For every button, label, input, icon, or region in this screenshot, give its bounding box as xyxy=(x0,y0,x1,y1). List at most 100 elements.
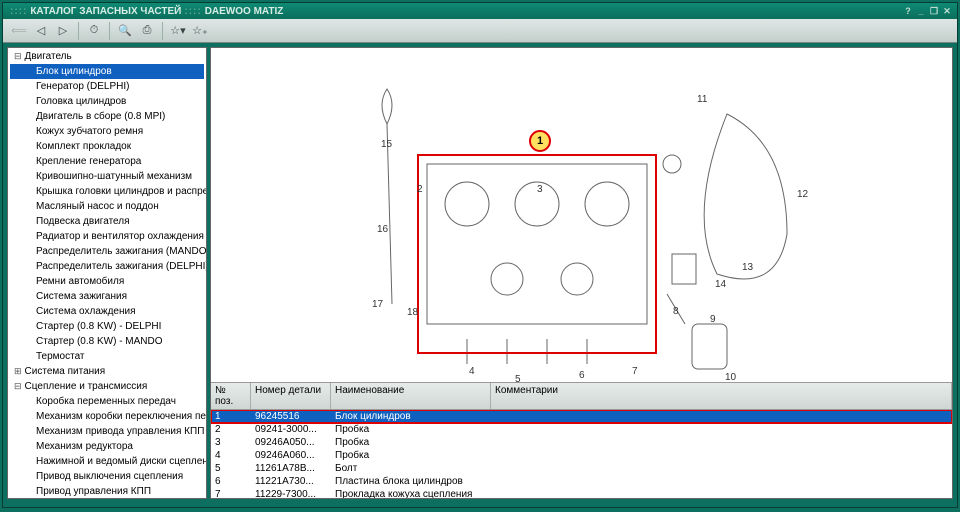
col-pos[interactable]: № поз. xyxy=(211,383,251,409)
diagram-label: 9 xyxy=(710,314,716,325)
tree-item[interactable]: Подвеска двигателя xyxy=(10,214,204,229)
diagram-label: 13 xyxy=(742,262,753,273)
tree-item[interactable]: Кривошипно-шатунный механизм xyxy=(10,169,204,184)
tree-item[interactable]: Крышка головки цилиндров и распредвал xyxy=(10,184,204,199)
tree-item[interactable]: Радиатор и вентилятор охлаждения xyxy=(10,229,204,244)
diagram-label: 7 xyxy=(632,366,638,377)
tool-gauge-button[interactable]: ⏱ xyxy=(84,21,104,41)
app-window: :::: КАТАЛОГ ЗАПАСНЫХ ЧАСТЕЙ :::: DAEWOO… xyxy=(2,2,958,508)
parts-cell-num: 09246A050... xyxy=(251,436,331,449)
parts-cell-num: 11229-7300... xyxy=(251,488,331,498)
nav-back-button[interactable]: ◁ xyxy=(31,21,51,41)
tree-item[interactable]: Привод управления КПП xyxy=(10,484,204,499)
diagram-label: 4 xyxy=(469,366,475,377)
parts-cell-num: 96245516 xyxy=(251,410,331,423)
diagram-label: 11 xyxy=(697,94,707,105)
parts-cell-comm xyxy=(491,423,952,436)
parts-cell-name: Пробка xyxy=(331,423,491,436)
maximize-button[interactable]: ❐ xyxy=(928,6,940,16)
parts-cell-comm xyxy=(491,449,952,462)
parts-cell-num: 09241-3000... xyxy=(251,423,331,436)
col-number[interactable]: Номер детали xyxy=(251,383,331,409)
diagram-label: 18 xyxy=(407,307,418,318)
parts-row[interactable]: 196245516Блок цилиндров xyxy=(211,410,952,423)
tree-item[interactable]: Генератор (DELPHI) xyxy=(10,79,204,94)
tree-item[interactable]: Ремни автомобиля xyxy=(10,274,204,289)
parts-cell-pos: 7 xyxy=(211,488,251,498)
parts-cell-comm xyxy=(491,488,952,498)
close-button[interactable]: ✕ xyxy=(941,6,953,16)
parts-cell-name: Блок цилиндров xyxy=(331,410,491,423)
help-button[interactable]: ? xyxy=(902,6,914,16)
parts-cell-num: 09246A060... xyxy=(251,449,331,462)
tree-item[interactable]: Термостат xyxy=(10,349,204,364)
diagram-label: 8 xyxy=(673,306,679,317)
tree-item[interactable]: Механизм привода управления КПП xyxy=(10,424,204,439)
tree-item[interactable]: Сцепление и трансмиссия xyxy=(10,379,204,394)
zoom-in-button[interactable]: 🔍 xyxy=(115,21,135,41)
tree-item[interactable]: Блок цилиндров xyxy=(10,64,204,79)
parts-cell-pos: 3 xyxy=(211,436,251,449)
parts-row[interactable]: 309246A050...Пробка xyxy=(211,436,952,449)
tree-item[interactable]: Масляный насос и поддон xyxy=(10,199,204,214)
exploded-diagram[interactable]: 1 15 11 2 3 16 12 17 18 13 14 8 9 4 5 xyxy=(211,48,952,382)
tree-item[interactable]: Стартер (0.8 KW) - DELPHI xyxy=(10,319,204,334)
col-comment[interactable]: Комментарии xyxy=(491,383,952,409)
parts-cell-name: Пробка xyxy=(331,436,491,449)
app-title-left: КАТАЛОГ ЗАПАСНЫХ ЧАСТЕЙ xyxy=(30,6,181,17)
tree-item[interactable]: Система питания xyxy=(10,364,204,379)
parts-cell-comm xyxy=(491,462,952,475)
diagram-label: 6 xyxy=(579,370,585,381)
bookmark-add-button[interactable]: ☆₊ xyxy=(190,21,210,41)
tree-item[interactable]: Коробка переменных передач xyxy=(10,394,204,409)
parts-row[interactable]: 711229-7300...Прокладка кожуха сцепления xyxy=(211,488,952,498)
diagram-label: 3 xyxy=(537,184,543,195)
diagram-label: 12 xyxy=(797,189,808,200)
nav-fwd-button[interactable]: ▷ xyxy=(53,21,73,41)
parts-table-header: № поз. Номер детали Наименование Коммент… xyxy=(211,383,952,410)
parts-cell-comm xyxy=(491,475,952,488)
parts-row[interactable]: 611221A730...Пластина блока цилиндров xyxy=(211,475,952,488)
tree-item[interactable]: Стартер (0.8 KW) - MANDO xyxy=(10,334,204,349)
tree-item[interactable]: Система охлаждения xyxy=(10,304,204,319)
parts-cell-num: 11221A730... xyxy=(251,475,331,488)
parts-row[interactable]: 409246A060...Пробка xyxy=(211,449,952,462)
parts-row[interactable]: 511261A78B...Болт xyxy=(211,462,952,475)
parts-cell-name: Болт xyxy=(331,462,491,475)
tree-item[interactable]: Механизм редуктора xyxy=(10,439,204,454)
toolbar: ⟸ ◁ ▷ ⏱ 🔍 ⎙ ☆▾ ☆₊ xyxy=(3,19,957,43)
parts-cell-name: Пробка xyxy=(331,449,491,462)
parts-cell-name: Прокладка кожуха сцепления xyxy=(331,488,491,498)
tree-item[interactable]: Распределитель зажигания (MANDO) xyxy=(10,244,204,259)
parts-cell-name: Пластина блока цилиндров xyxy=(331,475,491,488)
category-tree[interactable]: ДвигательБлок цилиндровГенератор (DELPHI… xyxy=(7,47,207,499)
tree-item[interactable]: Крепление генератора xyxy=(10,154,204,169)
tree-item[interactable]: Двигатель в сборе (0.8 MPI) xyxy=(10,109,204,124)
tree-item[interactable]: Нажимной и ведомый диски сцепления xyxy=(10,454,204,469)
tree-item[interactable]: Головка цилиндров xyxy=(10,94,204,109)
diagram-label: 10 xyxy=(725,372,736,383)
parts-cell-pos: 5 xyxy=(211,462,251,475)
tree-item[interactable]: Двигатель xyxy=(10,49,204,64)
nav-back-far-button[interactable]: ⟸ xyxy=(9,21,29,41)
tree-item[interactable]: Распределитель зажигания (DELPHI) xyxy=(10,259,204,274)
tree-item[interactable]: Кожух зубчатого ремня xyxy=(10,124,204,139)
main-pane: 1 15 11 2 3 16 12 17 18 13 14 8 9 4 5 xyxy=(210,47,953,499)
titlebar: :::: КАТАЛОГ ЗАПАСНЫХ ЧАСТЕЙ :::: DAEWOO… xyxy=(3,3,957,19)
parts-row[interactable]: 209241-3000...Пробка xyxy=(211,423,952,436)
parts-cell-pos: 2 xyxy=(211,423,251,436)
col-name[interactable]: Наименование xyxy=(331,383,491,409)
parts-cell-comm xyxy=(491,436,952,449)
parts-cell-pos: 1 xyxy=(211,410,251,423)
tree-item[interactable]: Комплект прокладок xyxy=(10,139,204,154)
print-button[interactable]: ⎙ xyxy=(137,21,157,41)
parts-cell-pos: 6 xyxy=(211,475,251,488)
parts-table-body[interactable]: 196245516Блок цилиндров209241-3000...Про… xyxy=(211,410,952,498)
diagram-label: 15 xyxy=(381,139,392,150)
bookmark-button[interactable]: ☆▾ xyxy=(168,21,188,41)
tree-item[interactable]: Система зажигания xyxy=(10,289,204,304)
tree-item[interactable]: Привод выключения сцепления xyxy=(10,469,204,484)
minimize-button[interactable]: _ xyxy=(915,6,927,16)
callout-marker-1[interactable]: 1 xyxy=(529,130,551,152)
tree-item[interactable]: Механизм коробки переключения передач xyxy=(10,409,204,424)
